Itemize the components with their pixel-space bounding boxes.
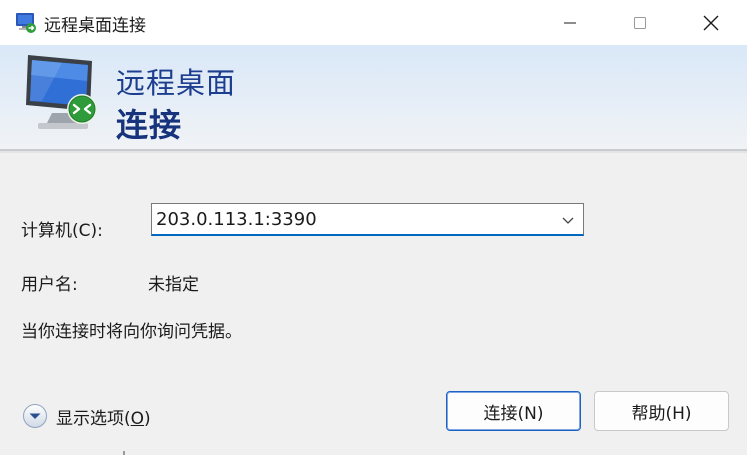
credentials-info-text: 当你连接时将向你询问凭据。: [21, 322, 242, 342]
remote-desktop-monitor-icon: [26, 55, 97, 129]
rdp-window: 远程桌面连接 远程桌面 连接 计算机(C): 203.0.113.1:3390 …: [0, 0, 747, 455]
username-value: 未指定: [148, 275, 199, 295]
close-icon: [703, 15, 719, 30]
minimize-icon: [564, 22, 576, 23]
minimize-button[interactable]: [535, 0, 605, 45]
username-label: 用户名:: [21, 275, 78, 295]
connect-button[interactable]: 连接(N): [446, 391, 581, 431]
resize-edge-mark: [123, 451, 125, 455]
show-options-accesskey: O: [130, 408, 145, 429]
show-options-toggle[interactable]: 显示选项(O): [22, 403, 151, 429]
banner-title-line2: 连接: [116, 106, 183, 144]
title-bar[interactable]: 远程桌面连接: [0, 0, 747, 45]
banner-title-line1: 远程桌面: [116, 66, 237, 100]
help-button[interactable]: 帮助(H): [594, 391, 729, 431]
show-options-prefix: 显示选项(: [56, 408, 131, 429]
computer-combobox[interactable]: 203.0.113.1:3390: [151, 203, 584, 236]
chevron-down-icon[interactable]: [561, 213, 575, 227]
maximize-icon: [634, 16, 646, 29]
remote-desktop-app-icon: [16, 13, 36, 33]
expand-circle-icon[interactable]: [22, 403, 48, 429]
maximize-button[interactable]: [605, 0, 675, 45]
computer-label: 计算机(C):: [21, 221, 103, 241]
banner-divider-shadow: [0, 151, 747, 153]
computer-input[interactable]: 203.0.113.1:3390: [156, 209, 317, 230]
close-button[interactable]: [676, 0, 746, 45]
header-banner: [0, 45, 747, 151]
window-title: 远程桌面连接: [44, 16, 146, 36]
show-options-suffix: ): [144, 408, 151, 429]
show-options-label[interactable]: 显示选项(O): [56, 404, 151, 429]
